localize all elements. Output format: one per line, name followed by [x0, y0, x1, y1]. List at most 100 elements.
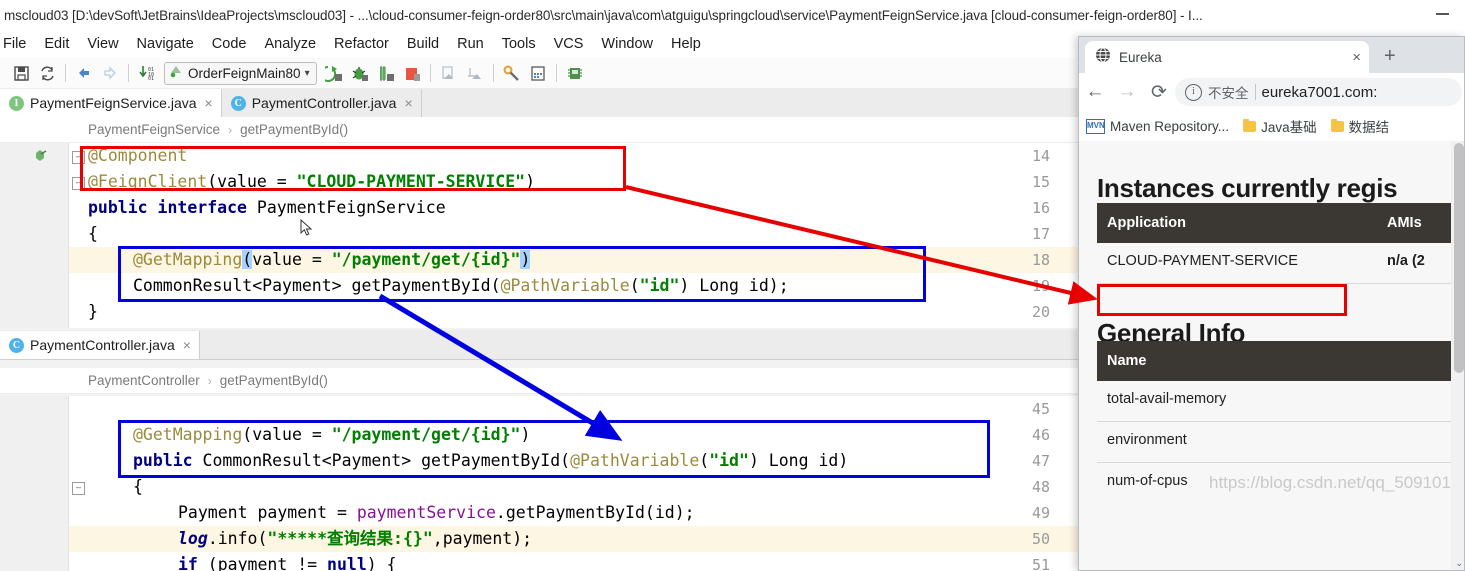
back-arrow-icon[interactable]: [71, 61, 97, 85]
code-line-49: Payment payment = paymentService.getPaym…: [178, 503, 695, 522]
run-icon[interactable]: [321, 61, 347, 85]
menu-run[interactable]: Run: [448, 34, 493, 54]
browser-tab-title: Eureka: [1119, 49, 1162, 65]
tab-PaymentFeignService-java[interactable]: I PaymentFeignService.java ×: [0, 89, 222, 117]
breadcrumb-class[interactable]: PaymentFeignService: [88, 122, 220, 137]
blue-annotation-box-interface-method: [118, 246, 926, 302]
cell-application-name[interactable]: CLOUD-PAYMENT-SERVICE: [1107, 253, 1298, 269]
menu-edit[interactable]: Edit: [35, 34, 78, 54]
cell-environment: environment: [1107, 432, 1187, 448]
tab-PaymentController-java[interactable]: C PaymentController.java ×: [221, 89, 422, 117]
menu-help[interactable]: Help: [662, 34, 710, 54]
code-line-48: {: [133, 477, 143, 496]
tab-PaymentController-java-split[interactable]: C PaymentController.java ×: [0, 331, 200, 359]
reload-button[interactable]: ⟳: [1143, 76, 1175, 108]
menu-window[interactable]: Window: [592, 34, 662, 54]
minimize-button[interactable]: [1436, 13, 1449, 15]
bookmark-java-basics[interactable]: Java基础: [1236, 116, 1324, 136]
close-icon[interactable]: ×: [404, 95, 412, 111]
info-icon[interactable]: i: [1185, 83, 1202, 101]
interface-icon: I: [9, 95, 24, 111]
cell-amis: n/a (2: [1387, 253, 1425, 269]
fold-marker[interactable]: –: [72, 482, 85, 495]
line-number: 48: [1031, 478, 1050, 496]
stop-icon[interactable]: [399, 61, 425, 85]
bookmark-label: Maven Repository...: [1110, 118, 1230, 134]
cell-total-avail-memory: total-avail-memory: [1107, 391, 1227, 407]
column-header-amis: AMIs: [1387, 215, 1422, 231]
general-info-table-header: Name: [1097, 341, 1459, 381]
breadcrumb-separator-icon: ›: [228, 122, 233, 137]
browser-tab-strip: Eureka × +: [1079, 37, 1464, 73]
close-icon[interactable]: ×: [1352, 49, 1361, 66]
toolbar-separator: [128, 64, 129, 82]
toolbar-separator: [555, 64, 557, 82]
breadcrumb-method[interactable]: getPaymentById(): [240, 122, 348, 137]
attach-debugger-icon[interactable]: [462, 61, 488, 85]
general-info-row: total-avail-memory: [1097, 381, 1459, 422]
caret-line-highlight: [0, 526, 1078, 552]
gutter-top[interactable]: [0, 143, 69, 328]
menu-vcs[interactable]: VCS: [545, 34, 593, 54]
menu-file[interactable]: File: [0, 34, 35, 54]
menu-analyze[interactable]: Analyze: [255, 34, 325, 54]
browser-tab-eureka[interactable]: Eureka ×: [1085, 41, 1369, 73]
forward-arrow-icon[interactable]: [97, 61, 123, 85]
svg-text:01: 01: [148, 76, 154, 81]
run-configuration-selector[interactable]: OrderFeignMain80 ▾: [164, 61, 317, 85]
heading-instances-registered: Instances currently regis: [1097, 172, 1398, 203]
menu-build[interactable]: Build: [398, 34, 448, 54]
close-icon[interactable]: ×: [183, 337, 191, 353]
code-line-50: log.info("*****查询结果:{}",payment);: [178, 529, 533, 548]
csdn-watermark: https://blog.csdn.net/qq_50910145: [1209, 473, 1465, 492]
profiler-icon[interactable]: [436, 61, 462, 85]
sdk-manager-icon[interactable]: [562, 61, 588, 85]
run-with-coverage-icon[interactable]: [373, 61, 399, 85]
save-all-icon[interactable]: [8, 61, 34, 85]
code-line-51: if (payment != null) {: [178, 555, 397, 571]
line-number: 45: [1031, 400, 1050, 418]
page-scrollbar-thumb[interactable]: [1454, 143, 1464, 373]
breadcrumb-class[interactable]: PaymentController: [88, 373, 200, 388]
line-number: 17: [1031, 225, 1050, 243]
line-number: 15: [1031, 173, 1050, 191]
bookmark-data-structures[interactable]: 数据结: [1324, 116, 1397, 136]
menu-code[interactable]: Code: [203, 34, 256, 54]
ide-title-bar: mscloud03 [D:\devSoft\JetBrains\IdeaProj…: [0, 0, 1465, 31]
mouse-cursor-icon: [300, 218, 313, 242]
bean-gutter-icon[interactable]: [34, 149, 47, 167]
breadcrumb-method[interactable]: getPaymentById(): [220, 373, 328, 388]
close-icon[interactable]: ×: [205, 95, 213, 111]
update-project-icon[interactable]: 01 10 01: [134, 61, 160, 85]
debug-icon[interactable]: [347, 61, 373, 85]
general-info-row: environment: [1097, 422, 1459, 463]
instances-table-row: CLOUD-PAYMENT-SERVICE n/a (2: [1097, 243, 1459, 284]
back-button[interactable]: ←: [1079, 76, 1111, 108]
bookmark-maven-repository[interactable]: MVN Maven Repository...: [1079, 118, 1236, 134]
sync-icon[interactable]: [34, 61, 60, 85]
line-number: 18: [1031, 251, 1050, 269]
column-header-name: Name: [1107, 353, 1147, 369]
scroll-down-arrow-icon[interactable]: ⌄: [1455, 558, 1463, 569]
address-bar[interactable]: i 不安全 eureka7001.com:: [1175, 78, 1462, 106]
menu-refactor[interactable]: Refactor: [325, 34, 398, 54]
code-line-17: {: [88, 224, 98, 243]
globe-icon: [1095, 47, 1111, 68]
line-number: 49: [1031, 504, 1050, 522]
run-config-label: OrderFeignMain80: [188, 65, 301, 81]
page-scrollbar-track[interactable]: ⌄: [1451, 141, 1464, 570]
forward-button[interactable]: →: [1111, 76, 1143, 108]
project-structure-icon[interactable]: [525, 61, 551, 85]
folder-icon: [1330, 118, 1344, 132]
security-status-label: 不安全: [1208, 86, 1249, 101]
new-tab-button[interactable]: +: [1384, 46, 1396, 66]
code-line-16: public interface PaymentFeignService: [88, 198, 446, 217]
settings-wrench-icon[interactable]: [499, 61, 525, 85]
menu-view[interactable]: View: [78, 34, 127, 54]
bookmark-label: Java基础: [1261, 120, 1317, 135]
tab-label: PaymentController.java: [30, 337, 175, 353]
chevron-down-icon[interactable]: ▾: [305, 68, 310, 79]
gutter-bottom[interactable]: [0, 396, 69, 571]
menu-navigate[interactable]: Navigate: [128, 34, 203, 54]
menu-tools[interactable]: Tools: [493, 34, 545, 54]
